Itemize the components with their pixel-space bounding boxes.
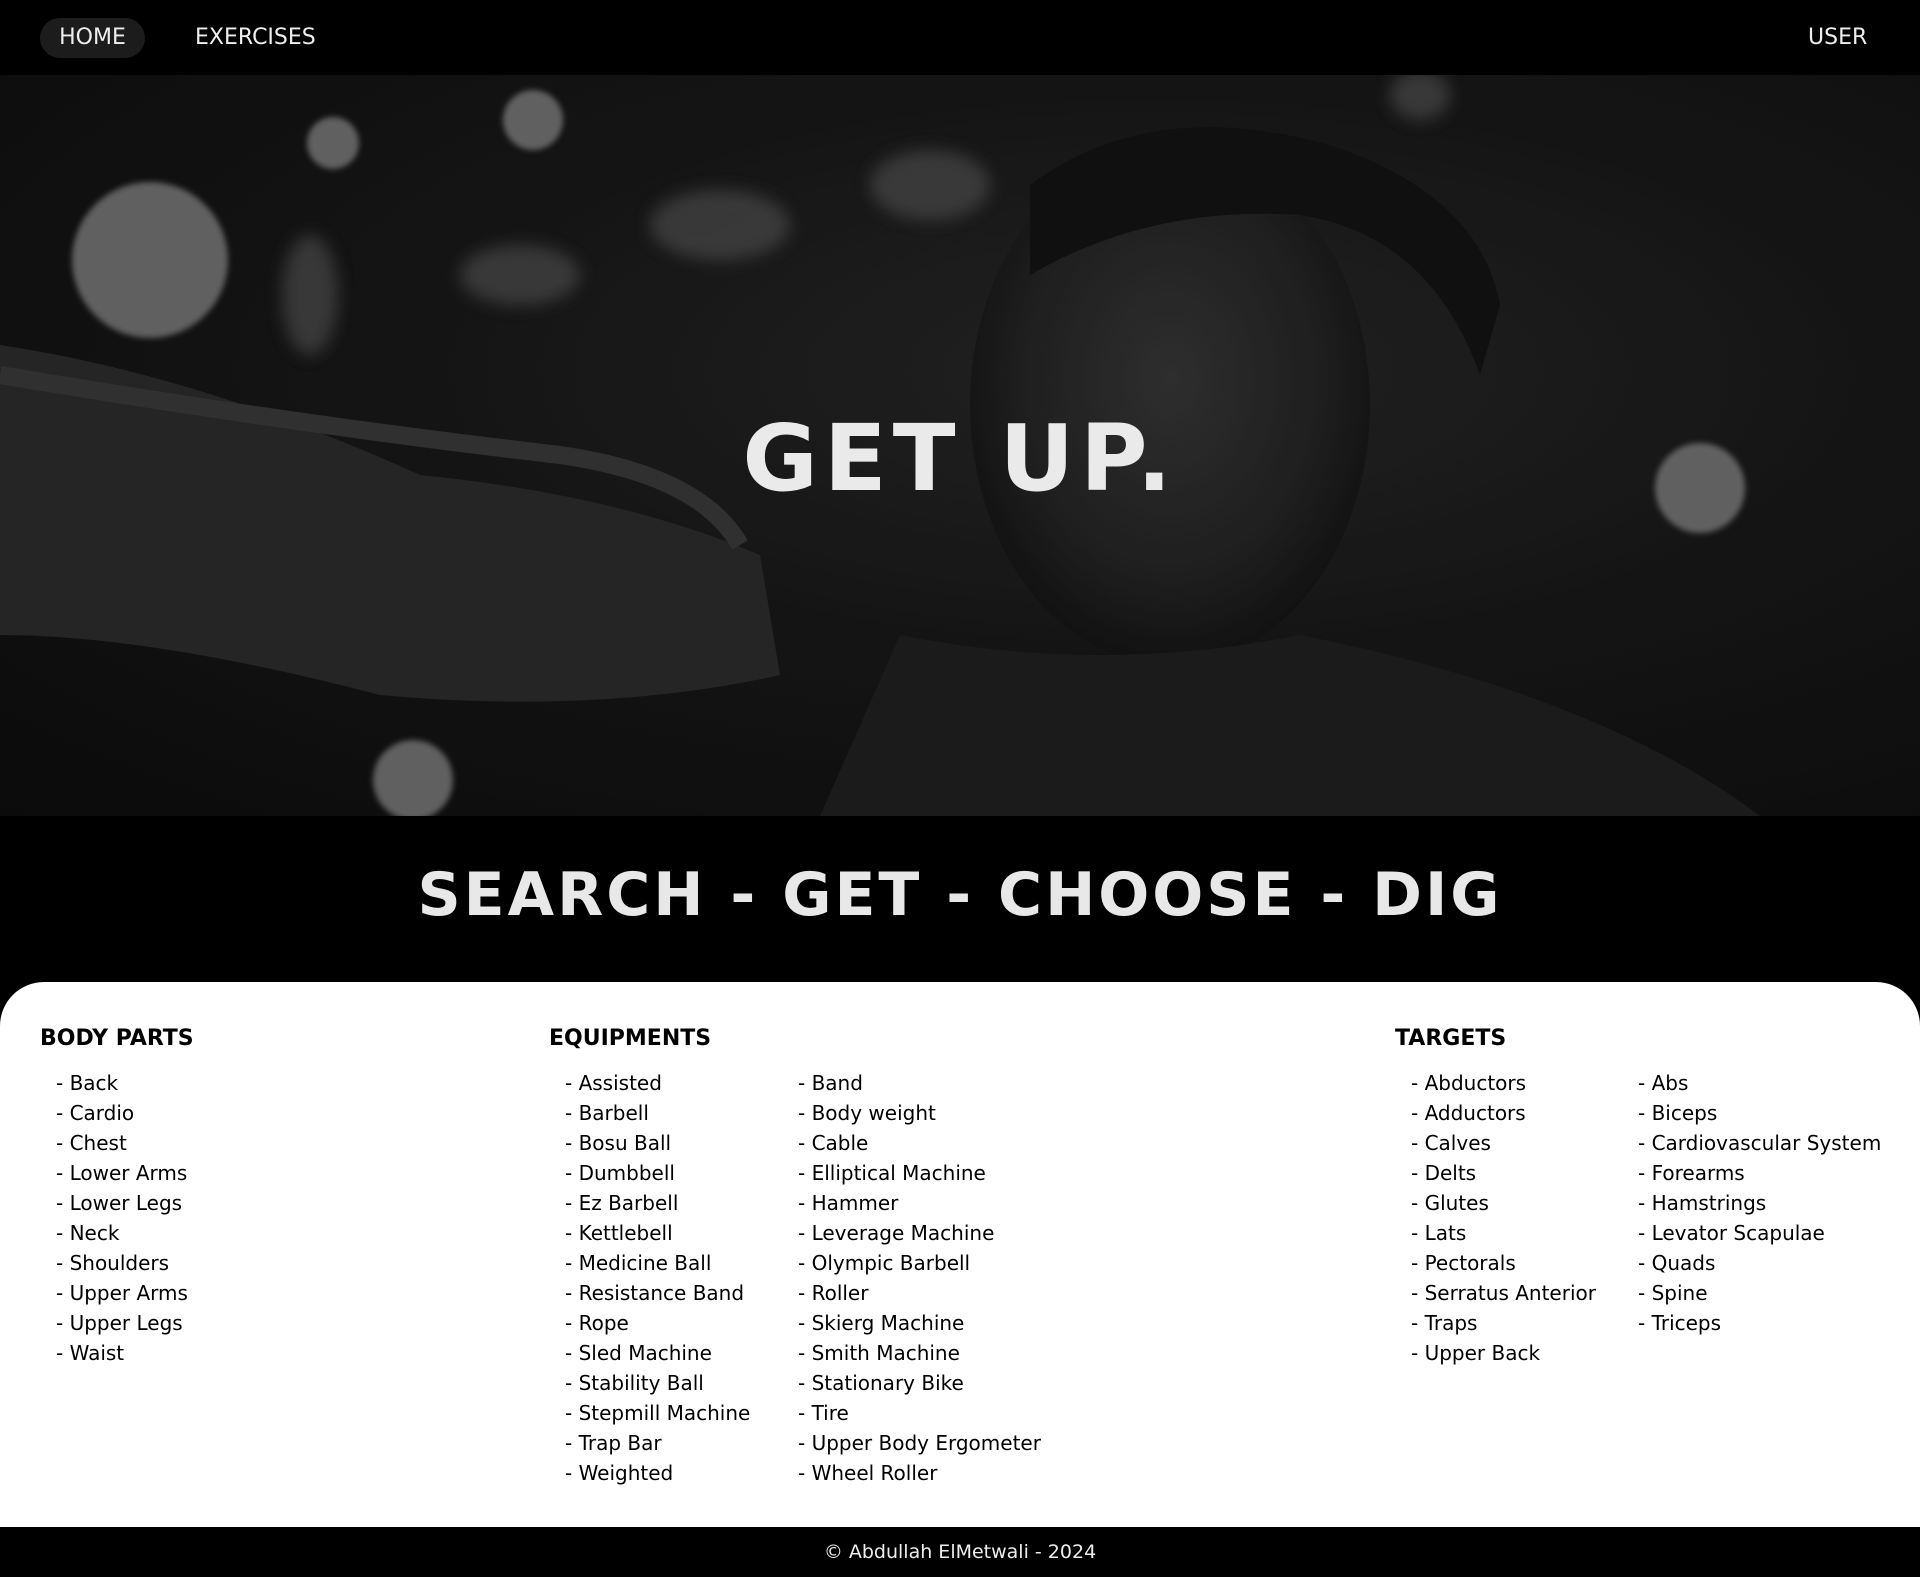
body-parts-list: BackCardioChestLower ArmsLower LegsNeckS…	[56, 1068, 188, 1368]
equipment-item[interactable]: Trap Bar	[565, 1428, 750, 1458]
target-item[interactable]: Calves	[1411, 1128, 1596, 1158]
target-item[interactable]: Adductors	[1411, 1098, 1596, 1128]
body-part-item[interactable]: Back	[56, 1068, 188, 1098]
equipment-item[interactable]: Elliptical Machine	[798, 1158, 1041, 1188]
target-item[interactable]: Spine	[1638, 1278, 1881, 1308]
equipments-section: EQUIPMENTS AssistedBarbellBosu BallDumbb…	[549, 1026, 1309, 1485]
targets-section: TARGETS AbductorsAdductorsCalvesDeltsGlu…	[1395, 1026, 1905, 1365]
body-part-item[interactable]: Upper Legs	[56, 1308, 188, 1338]
body-part-item[interactable]: Lower Legs	[56, 1188, 188, 1218]
body-part-item[interactable]: Neck	[56, 1218, 188, 1248]
equipment-item[interactable]: Smith Machine	[798, 1338, 1041, 1368]
equipment-item[interactable]: Stability Ball	[565, 1368, 750, 1398]
targets-list-col2: AbsBicepsCardiovascular SystemForearmsHa…	[1638, 1068, 1882, 1338]
target-item[interactable]: Abductors	[1411, 1068, 1596, 1098]
equipments-list-col2: BandBody weightCableElliptical MachineHa…	[798, 1068, 1041, 1488]
hero-title: GET UP.	[742, 405, 1178, 512]
equipment-item[interactable]: Skierg Machine	[798, 1308, 1041, 1338]
equipment-item[interactable]: Hammer	[798, 1188, 1041, 1218]
equipment-item[interactable]: Stationary Bike	[798, 1368, 1041, 1398]
equipment-item[interactable]: Sled Machine	[565, 1338, 750, 1368]
target-item[interactable]: Glutes	[1411, 1188, 1596, 1218]
equipment-item[interactable]: Leverage Machine	[798, 1218, 1041, 1248]
equipments-list-col1: AssistedBarbellBosu BallDumbbellEz Barbe…	[565, 1068, 751, 1488]
equipments-heading: EQUIPMENTS	[549, 1026, 712, 1051]
nav-user-link[interactable]: USER	[1808, 18, 1867, 58]
equipment-item[interactable]: Bosu Ball	[565, 1128, 750, 1158]
tagline: SEARCH - GET - CHOOSE - DIG	[417, 860, 1503, 930]
equipment-item[interactable]: Rope	[565, 1308, 750, 1338]
equipment-item[interactable]: Upper Body Ergometer	[798, 1428, 1041, 1458]
target-item[interactable]: Forearms	[1638, 1158, 1881, 1188]
equipment-item[interactable]: Barbell	[565, 1098, 750, 1128]
body-part-item[interactable]: Lower Arms	[56, 1158, 188, 1188]
target-item[interactable]: Hamstrings	[1638, 1188, 1881, 1218]
target-item[interactable]: Levator Scapulae	[1638, 1218, 1881, 1248]
target-item[interactable]: Serratus Anterior	[1411, 1278, 1596, 1308]
nav-exercises-link[interactable]: EXERCISES	[195, 18, 316, 58]
equipment-item[interactable]: Ez Barbell	[565, 1188, 750, 1218]
body-part-item[interactable]: Cardio	[56, 1098, 188, 1128]
target-item[interactable]: Triceps	[1638, 1308, 1881, 1338]
body-part-item[interactable]: Upper Arms	[56, 1278, 188, 1308]
equipment-item[interactable]: Assisted	[565, 1068, 750, 1098]
footer: © Abdullah ElMetwali - 2024	[0, 1527, 1920, 1577]
equipment-item[interactable]: Stepmill Machine	[565, 1398, 751, 1428]
nav-home-link[interactable]: HOME	[40, 18, 145, 58]
equipment-item[interactable]: Olympic Barbell	[798, 1248, 1041, 1278]
body-part-item[interactable]: Shoulders	[56, 1248, 188, 1278]
equipment-item[interactable]: Band	[798, 1068, 1041, 1098]
equipment-item[interactable]: Wheel Roller	[798, 1458, 1041, 1488]
equipment-item[interactable]: Kettlebell	[565, 1218, 750, 1248]
target-item[interactable]: Cardiovascular System	[1638, 1128, 1882, 1158]
target-item[interactable]: Traps	[1411, 1308, 1596, 1338]
body-part-item[interactable]: Waist	[56, 1338, 188, 1368]
target-item[interactable]: Pectorals	[1411, 1248, 1596, 1278]
target-item[interactable]: Lats	[1411, 1218, 1596, 1248]
equipment-item[interactable]: Body weight	[798, 1098, 1041, 1128]
equipment-item[interactable]: Tire	[798, 1398, 1041, 1428]
equipment-item[interactable]: Roller	[798, 1278, 1041, 1308]
equipment-item[interactable]: Weighted	[565, 1458, 750, 1488]
body-part-item[interactable]: Chest	[56, 1128, 188, 1158]
equipment-item[interactable]: Resistance Band	[565, 1278, 750, 1308]
targets-list-col1: AbductorsAdductorsCalvesDeltsGlutesLatsP…	[1411, 1068, 1596, 1368]
target-item[interactable]: Delts	[1411, 1158, 1596, 1188]
hero-banner: GET UP.	[0, 75, 1920, 816]
equipment-item[interactable]: Cable	[798, 1128, 1041, 1158]
body-parts-heading: BODY PARTS	[40, 1026, 194, 1051]
top-nav: HOME EXERCISES USER	[0, 0, 1920, 75]
target-item[interactable]: Quads	[1638, 1248, 1881, 1278]
target-item[interactable]: Abs	[1638, 1068, 1881, 1098]
targets-heading: TARGETS	[1395, 1026, 1507, 1051]
footer-copyright: © Abdullah ElMetwali - 2024	[823, 1541, 1097, 1563]
body-parts-section: BODY PARTS BackCardioChestLower ArmsLowe…	[40, 1026, 490, 1365]
equipment-item[interactable]: Medicine Ball	[565, 1248, 750, 1278]
equipment-item[interactable]: Dumbbell	[565, 1158, 750, 1188]
target-item[interactable]: Biceps	[1638, 1098, 1881, 1128]
categories-panel: BODY PARTS BackCardioChestLower ArmsLowe…	[0, 982, 1920, 1527]
target-item[interactable]: Upper Back	[1411, 1338, 1596, 1368]
